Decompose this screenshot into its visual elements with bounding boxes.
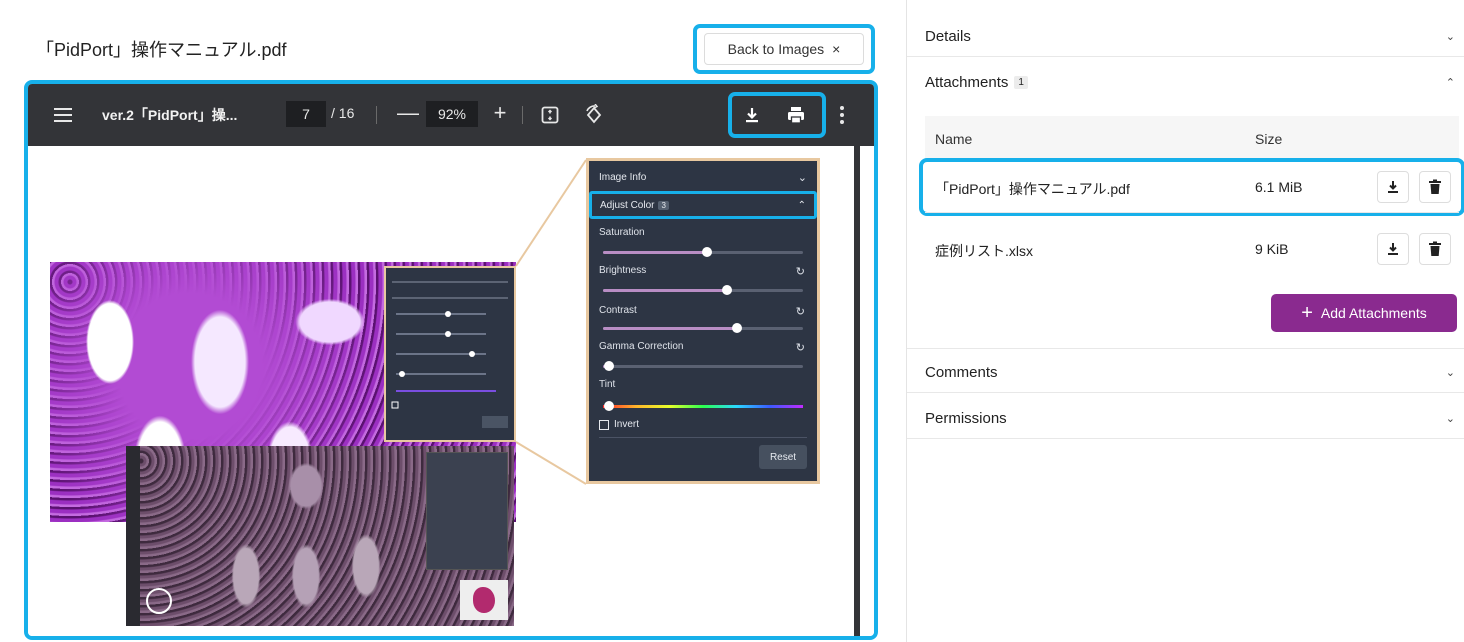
adjust-color-badge: 3 <box>658 200 669 210</box>
contrast-label: Contrast <box>599 305 637 316</box>
fit-page-icon[interactable] <box>538 103 562 127</box>
attachment-name[interactable]: 症例リスト.xlsx <box>935 241 1033 261</box>
download-icon <box>1388 181 1398 193</box>
print-icon[interactable] <box>782 101 810 129</box>
attachments-count-badge: 1 <box>1014 76 1028 90</box>
gamma-label: Gamma Correction <box>599 341 684 352</box>
pdf-toolbar: ver.2「PidPort」操... 7 / 16 — 92% + <box>28 84 874 146</box>
document-title: 「PidPort」操作マニュアル.pdf <box>36 40 287 60</box>
column-header-size: Size <box>1255 131 1283 147</box>
navigation-circle-icon <box>146 588 172 614</box>
pdf-doc-name: ver.2「PidPort」操... <box>102 107 238 123</box>
adjust-color-label: Adjust Color <box>600 199 655 211</box>
adjust-panel-mini <box>426 452 508 570</box>
column-header-name: Name <box>935 131 973 147</box>
attachment-size: 6.1 MiB <box>1255 179 1303 195</box>
saturation-slider <box>603 247 803 257</box>
pdf-scrollbar[interactable] <box>854 146 860 636</box>
plus-icon: + <box>1301 302 1313 324</box>
download-icon[interactable] <box>738 101 766 129</box>
invert-checkbox: Invert <box>599 419 639 430</box>
page-number-input[interactable]: 7 <box>286 101 326 127</box>
zoom-in-button[interactable]: + <box>486 98 514 128</box>
page-total: / 16 <box>331 105 355 121</box>
reset-icon: ↻ <box>795 266 805 278</box>
table-row: 「PidPort」操作マニュアル.pdf 6.1 MiB <box>919 158 1464 216</box>
reset-button-image: Reset <box>759 445 807 469</box>
add-attachments-button[interactable]: + Add Attachments <box>1271 294 1457 332</box>
adjust-color-panel-zoom: Image Info ⌄ Adjust Color 3 ⌃ Saturation … <box>586 158 820 484</box>
slide-thumbnail <box>460 580 508 620</box>
divider <box>925 212 1459 213</box>
chevron-down-icon: ⌄ <box>1445 30 1455 43</box>
menu-icon[interactable] <box>50 103 76 127</box>
sidebar-panel: Details ⌄ Attachments 1 ⌃ Name Size 「PidP… <box>906 0 1464 642</box>
more-options-icon[interactable] <box>834 101 850 129</box>
zoom-out-button[interactable]: — <box>394 98 422 128</box>
brightness-slider <box>603 285 803 295</box>
comments-title: Comments <box>925 363 998 381</box>
add-attachments-label: Add Attachments <box>1320 305 1427 321</box>
gamma-slider <box>603 361 803 371</box>
divider <box>599 437 807 438</box>
tint-slider <box>603 401 803 411</box>
checkbox-icon <box>599 419 609 430</box>
toolbar-divider <box>522 106 523 124</box>
comments-section-header[interactable]: Comments ⌄ <box>925 360 1455 384</box>
rotate-icon[interactable] <box>582 103 606 127</box>
chevron-up-icon: ⌃ <box>1445 76 1455 89</box>
chevron-down-icon: ⌄ <box>797 171 807 184</box>
permissions-section-header[interactable]: Permissions ⌄ <box>925 406 1455 430</box>
download-button[interactable] <box>1377 233 1409 265</box>
brightness-label: Brightness <box>599 265 647 276</box>
permissions-title: Permissions <box>925 409 1007 427</box>
saturation-label: Saturation <box>599 227 645 238</box>
divider <box>907 56 1464 57</box>
back-button-label: Back to Images <box>727 41 825 57</box>
back-button-highlight: Back to Images × <box>693 24 875 74</box>
chevron-down-icon: ⌄ <box>1445 366 1455 379</box>
image-info-row: Image Info ⌄ <box>589 167 817 187</box>
download-icon <box>1388 243 1398 255</box>
back-to-images-button[interactable]: Back to Images × <box>704 33 864 65</box>
pdf-page: Image Info ⌄ Adjust Color 3 ⌃ Saturation … <box>28 146 874 636</box>
adjust-panel-thumbnail <box>384 266 516 442</box>
table-header: Name Size <box>925 116 1459 162</box>
details-title: Details <box>925 27 971 45</box>
divider <box>907 392 1464 393</box>
details-section-header[interactable]: Details ⌄ <box>925 24 1455 48</box>
reset-icon: ↻ <box>795 306 805 318</box>
viewer-toolbar-thumbnail <box>126 446 140 626</box>
adjust-color-row: Adjust Color 3 ⌃ <box>589 191 817 219</box>
attachments-title: Attachments <box>925 73 1009 91</box>
attachments-section-header[interactable]: Attachments 1 ⌃ <box>925 70 1455 94</box>
image-info-label: Image Info <box>599 171 647 183</box>
attachment-size: 9 KiB <box>1255 241 1289 257</box>
invert-label: Invert <box>614 419 640 430</box>
attachment-name[interactable]: 「PidPort」操作マニュアル.pdf <box>935 179 1130 199</box>
trash-icon <box>1429 241 1441 256</box>
divider <box>907 348 1464 349</box>
close-icon: × <box>832 41 841 57</box>
divider <box>907 438 1464 439</box>
tint-label: Tint <box>599 379 616 390</box>
table-row: 症例リスト.xlsx 9 KiB <box>925 224 1459 274</box>
zoom-level-input[interactable]: 92% <box>426 101 478 127</box>
download-button[interactable] <box>1377 171 1409 203</box>
trash-icon <box>1429 179 1441 194</box>
contrast-slider <box>603 323 803 333</box>
chevron-down-icon: ⌄ <box>1445 412 1455 425</box>
delete-button[interactable] <box>1419 171 1451 203</box>
pdf-viewer: ver.2「PidPort」操... 7 / 16 — 92% + Image … <box>24 80 878 640</box>
reset-icon: ↻ <box>795 342 805 354</box>
delete-button[interactable] <box>1419 233 1451 265</box>
document-preview-area: 「PidPort」操作マニュアル.pdf Back to Images × ve… <box>0 0 890 642</box>
histology-image-viewer-screenshot <box>126 446 514 626</box>
toolbar-divider <box>376 106 377 124</box>
chevron-up-icon: ⌃ <box>797 199 806 211</box>
